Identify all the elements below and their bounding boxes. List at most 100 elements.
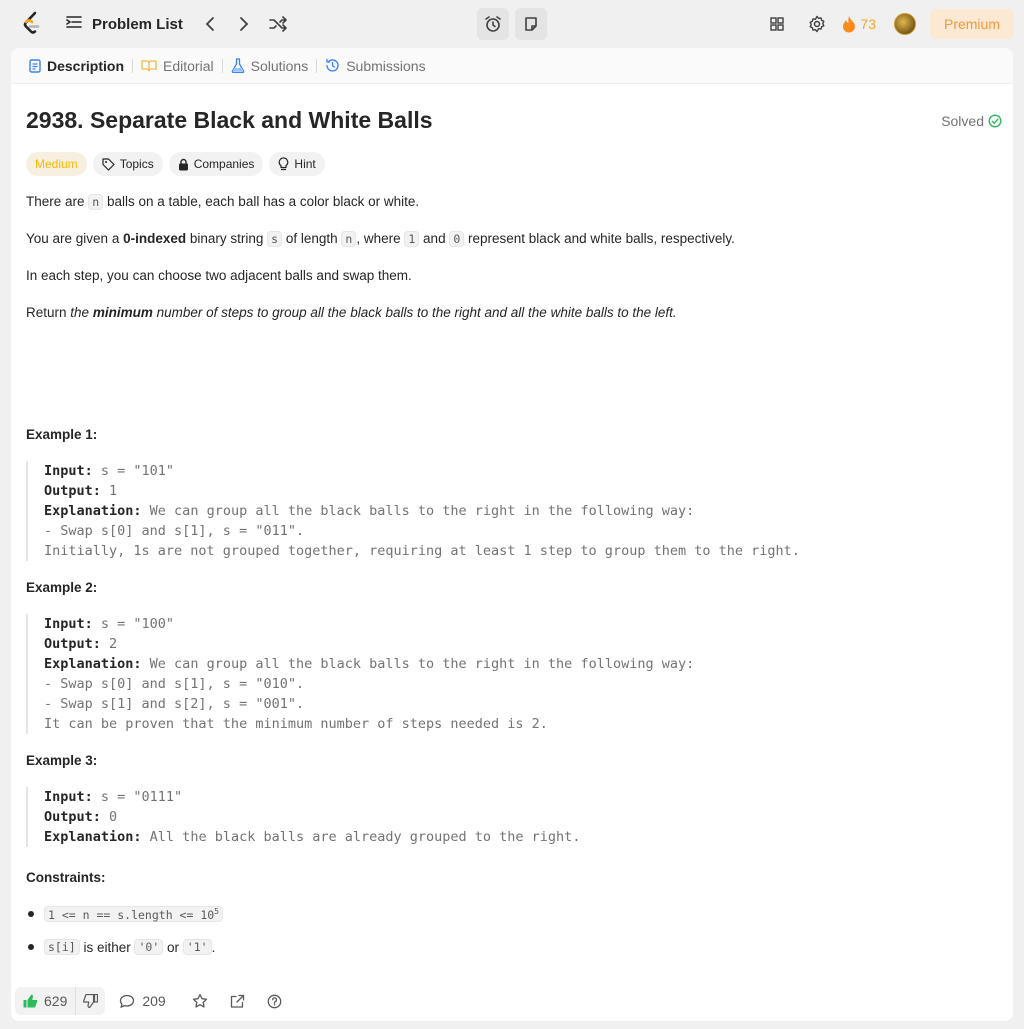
- input-value: s = "101": [92, 463, 175, 479]
- tab-solutions-label: Solutions: [250, 57, 309, 74]
- premium-button[interactable]: Premium: [929, 9, 1014, 39]
- constraint-code: 1 <= n == s.length <= 10: [48, 907, 215, 922]
- text-span: , where: [356, 231, 405, 246]
- streak-count: 73: [860, 16, 876, 32]
- tab-description[interactable]: Description: [23, 48, 130, 84]
- inline-code: '1': [182, 939, 212, 955]
- tab-solutions[interactable]: Solutions: [225, 48, 315, 84]
- dislike-button[interactable]: [75, 987, 105, 1015]
- tab-submissions-label: Submissions: [346, 57, 426, 74]
- external-link-icon: [230, 994, 244, 1008]
- description-paragraph: In each step, you can choose two adjacen…: [26, 268, 412, 283]
- bold-text: 0-indexed: [123, 231, 187, 246]
- timer-button[interactable]: [477, 8, 509, 40]
- explanation-text: We can group all the black balls to the …: [141, 503, 695, 519]
- output-value: 2: [100, 636, 118, 652]
- text-span: binary string: [186, 231, 268, 246]
- text-span: .: [211, 939, 216, 955]
- text-span: of length: [282, 231, 342, 246]
- share-button[interactable]: [230, 994, 245, 1009]
- tab-description-label: Description: [47, 57, 125, 74]
- tab-submissions[interactable]: Submissions: [319, 48, 431, 84]
- inline-code: '0': [134, 939, 164, 955]
- favorite-button[interactable]: [192, 993, 208, 1009]
- topics-label: Topics: [119, 157, 154, 171]
- chevron-right-icon: [239, 17, 249, 31]
- example-heading: Example 1:: [26, 427, 98, 442]
- inline-code: s: [267, 231, 283, 247]
- bold-text: minimum: [92, 305, 153, 320]
- note-icon: [525, 17, 537, 31]
- gear-icon: [809, 15, 825, 33]
- avatar[interactable]: [893, 13, 916, 35]
- explanation-line: Initially, 1s are not grouped together, …: [44, 543, 800, 559]
- inline-code: 1 <= n == s.length <= 105: [44, 905, 223, 923]
- description-paragraph: There are n balls on a table, each ball …: [26, 192, 998, 212]
- tab-editorial-label: Editorial: [163, 57, 214, 74]
- book-icon: [141, 60, 157, 72]
- output-value: 0: [100, 809, 118, 825]
- help-button[interactable]: [267, 994, 282, 1009]
- tab-editorial[interactable]: Editorial: [135, 48, 220, 84]
- description-panel: Description Editorial Solutions Submissi…: [11, 48, 1013, 1021]
- settings-button[interactable]: [802, 9, 832, 39]
- top-navbar: Problem List 73 Premium: [0, 0, 1024, 48]
- text-span: is either: [79, 939, 135, 955]
- tag-icon: [102, 157, 115, 171]
- vote-group: 629: [15, 987, 106, 1015]
- explanation-line: It can be proven that the minimum number…: [44, 716, 548, 732]
- layout-button[interactable]: [762, 9, 792, 39]
- inline-code: 0: [449, 231, 465, 247]
- explanation-line: - Swap s[0] and s[1], s = "011".: [44, 523, 305, 539]
- problem-footer: 629 209: [11, 986, 1013, 1016]
- input-label: Input:: [44, 616, 93, 632]
- text-span: number of steps to group all the black b…: [152, 305, 677, 320]
- text-span: and: [419, 231, 450, 246]
- tab-divider: [221, 58, 223, 73]
- random-problem-button[interactable]: [265, 11, 291, 37]
- solved-status: Solved: [941, 113, 1002, 129]
- hint-label: Hint: [294, 157, 316, 171]
- streak-counter[interactable]: 73: [842, 15, 876, 33]
- inline-code: n: [341, 231, 357, 247]
- hint-chip[interactable]: Hint: [269, 152, 325, 176]
- companies-chip[interactable]: Companies: [168, 152, 264, 176]
- alarm-clock-icon: [485, 16, 501, 32]
- fire-icon: [843, 16, 856, 33]
- comment-count: 209: [142, 993, 166, 1009]
- like-button[interactable]: 629: [15, 993, 75, 1009]
- problem-list-button[interactable]: Problem List: [66, 15, 183, 33]
- list-item: s[i] is either '0' or '1'.: [26, 937, 223, 957]
- text-span: the: [70, 305, 93, 320]
- thumbs-down-icon: [83, 994, 99, 1008]
- explanation-text: We can group all the black balls to the …: [141, 656, 695, 672]
- star-icon: [192, 993, 207, 1008]
- example-heading: Example 2:: [26, 580, 98, 595]
- example-heading: Example 3:: [26, 753, 98, 768]
- companies-label: Companies: [193, 157, 255, 171]
- solved-label: Solved: [941, 113, 984, 129]
- comments-button[interactable]: 209: [119, 993, 166, 1009]
- lightbulb-icon: [279, 157, 289, 171]
- text-span: balls on a table, each ball has a color …: [103, 194, 420, 209]
- input-label: Input:: [44, 463, 93, 479]
- tab-divider: [316, 58, 318, 73]
- chevron-left-icon: [205, 17, 214, 31]
- inline-code: 1: [404, 231, 420, 247]
- check-circle-icon: [988, 114, 1002, 128]
- description-paragraph: You are given a 0-indexed binary string …: [26, 229, 998, 249]
- leetcode-logo-icon[interactable]: [20, 11, 44, 37]
- input-value: s = "0111": [92, 789, 183, 805]
- list-item: 1 <= n == s.length <= 105: [26, 904, 223, 924]
- description-paragraph: Return the minimum number of steps to gr…: [26, 303, 998, 323]
- prev-problem-button[interactable]: [197, 11, 223, 37]
- problem-list-label: Problem List: [92, 15, 183, 33]
- comment-icon: [120, 994, 135, 1008]
- topics-chip[interactable]: Topics: [92, 152, 163, 176]
- explanation-label: Explanation:: [44, 829, 142, 845]
- notes-button[interactable]: [515, 8, 547, 40]
- next-problem-button[interactable]: [231, 11, 257, 37]
- lock-icon: [178, 158, 188, 170]
- text-span: There are: [26, 194, 89, 209]
- explanation-label: Explanation:: [44, 656, 142, 672]
